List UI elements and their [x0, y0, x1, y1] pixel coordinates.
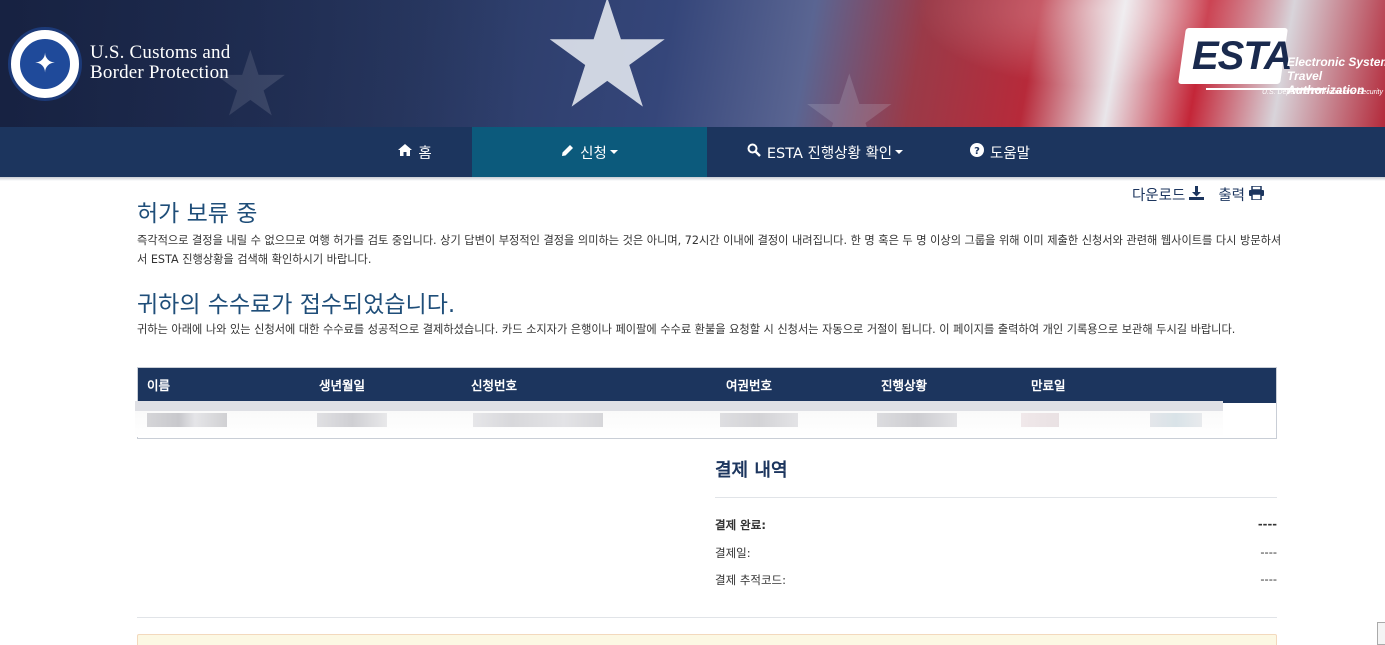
- column-header-name: 이름: [147, 378, 171, 393]
- main-navbar: 홈 신청 ESTA 진행상황 확인 ? 도움말: [0, 127, 1385, 177]
- payment-label: 결제 추적코드:: [715, 573, 787, 587]
- column-header-birthdate: 생년월일: [319, 378, 366, 393]
- esta-logo-word: ESTA: [1192, 34, 1293, 78]
- pencil-icon: [561, 144, 574, 161]
- table-row-redacted: [135, 401, 1223, 437]
- dhs-seal-icon[interactable]: ✦: [8, 27, 82, 101]
- eagle-icon: ✦: [18, 37, 72, 91]
- download-button[interactable]: 다운로드: [1132, 184, 1205, 205]
- nav-item-help[interactable]: ? 도움말: [960, 127, 1040, 177]
- agency-name[interactable]: U.S. Customs and Border Protection: [90, 43, 230, 83]
- pending-title: 허가 보류 중: [137, 201, 258, 227]
- pending-message: 즉각적으로 결정을 내릴 수 없으므로 여행 허가를 검토 중입니다. 상기 답…: [137, 234, 1282, 266]
- fee-received-title: 귀하의 수수료가 접수되었습니다.: [137, 292, 456, 318]
- column-header-passport-number: 여권번호: [726, 378, 773, 393]
- search-icon: [747, 143, 761, 161]
- chevron-down-icon: [895, 150, 904, 154]
- column-header-application-number: 신청번호: [471, 378, 518, 393]
- nav-item-apply[interactable]: 신청: [472, 127, 707, 177]
- payment-value: ----: [1260, 572, 1277, 586]
- nav-label: 도움말: [989, 145, 1031, 162]
- nav-item-check-status[interactable]: ESTA 진행상황 확인: [735, 127, 915, 177]
- column-header-status: 진행상황: [881, 378, 928, 393]
- esta-logo[interactable]: ESTA Electronic System Travel Authorizat…: [1178, 28, 1385, 100]
- svg-text:?: ?: [974, 146, 980, 157]
- flag-star-decoration: ★: [540, 0, 675, 127]
- esta-logo-department: U.S. Department of Homeland Security: [1262, 89, 1383, 96]
- scroll-to-top-handle[interactable]: [1377, 622, 1385, 645]
- nav-label: ESTA 진행상황 확인: [766, 145, 893, 162]
- payment-value: ----: [1260, 545, 1277, 559]
- column-header-expiration: 만료일: [1031, 378, 1066, 393]
- table-header: 이름 생년월일 신청번호 여권번호 진행상황 만료일: [138, 368, 1276, 403]
- nav-label: 신청: [580, 145, 607, 162]
- payment-details-title: 결제 내역: [715, 460, 788, 481]
- download-icon: [1189, 185, 1205, 204]
- application-table: 이름 생년월일 신청번호 여권번호 진행상황 만료일: [135, 367, 1277, 439]
- fee-received-message: 귀하는 아래에 나와 있는 신청서에 대한 수수료를 성공적으로 결제하셨습니다…: [137, 323, 1236, 336]
- print-icon: [1249, 184, 1264, 204]
- flag-star-decoration: ★: [800, 51, 899, 127]
- page-actions: 다운로드 출력: [1132, 184, 1264, 205]
- print-button[interactable]: 출력: [1218, 184, 1264, 205]
- payment-value: ----: [1257, 517, 1277, 531]
- notice-alert-box: [137, 634, 1277, 645]
- payment-label: 결제 완료:: [715, 518, 766, 532]
- home-icon: [398, 144, 413, 160]
- nav-item-home[interactable]: 홈: [380, 127, 450, 177]
- question-circle-icon: ?: [969, 143, 984, 161]
- payment-label: 결제일:: [715, 546, 751, 560]
- chevron-down-icon: [609, 150, 618, 154]
- nav-label: 홈: [418, 145, 432, 162]
- header-banner: ★ ★ ★ ✦ U.S. Customs and Border Protecti…: [0, 0, 1385, 127]
